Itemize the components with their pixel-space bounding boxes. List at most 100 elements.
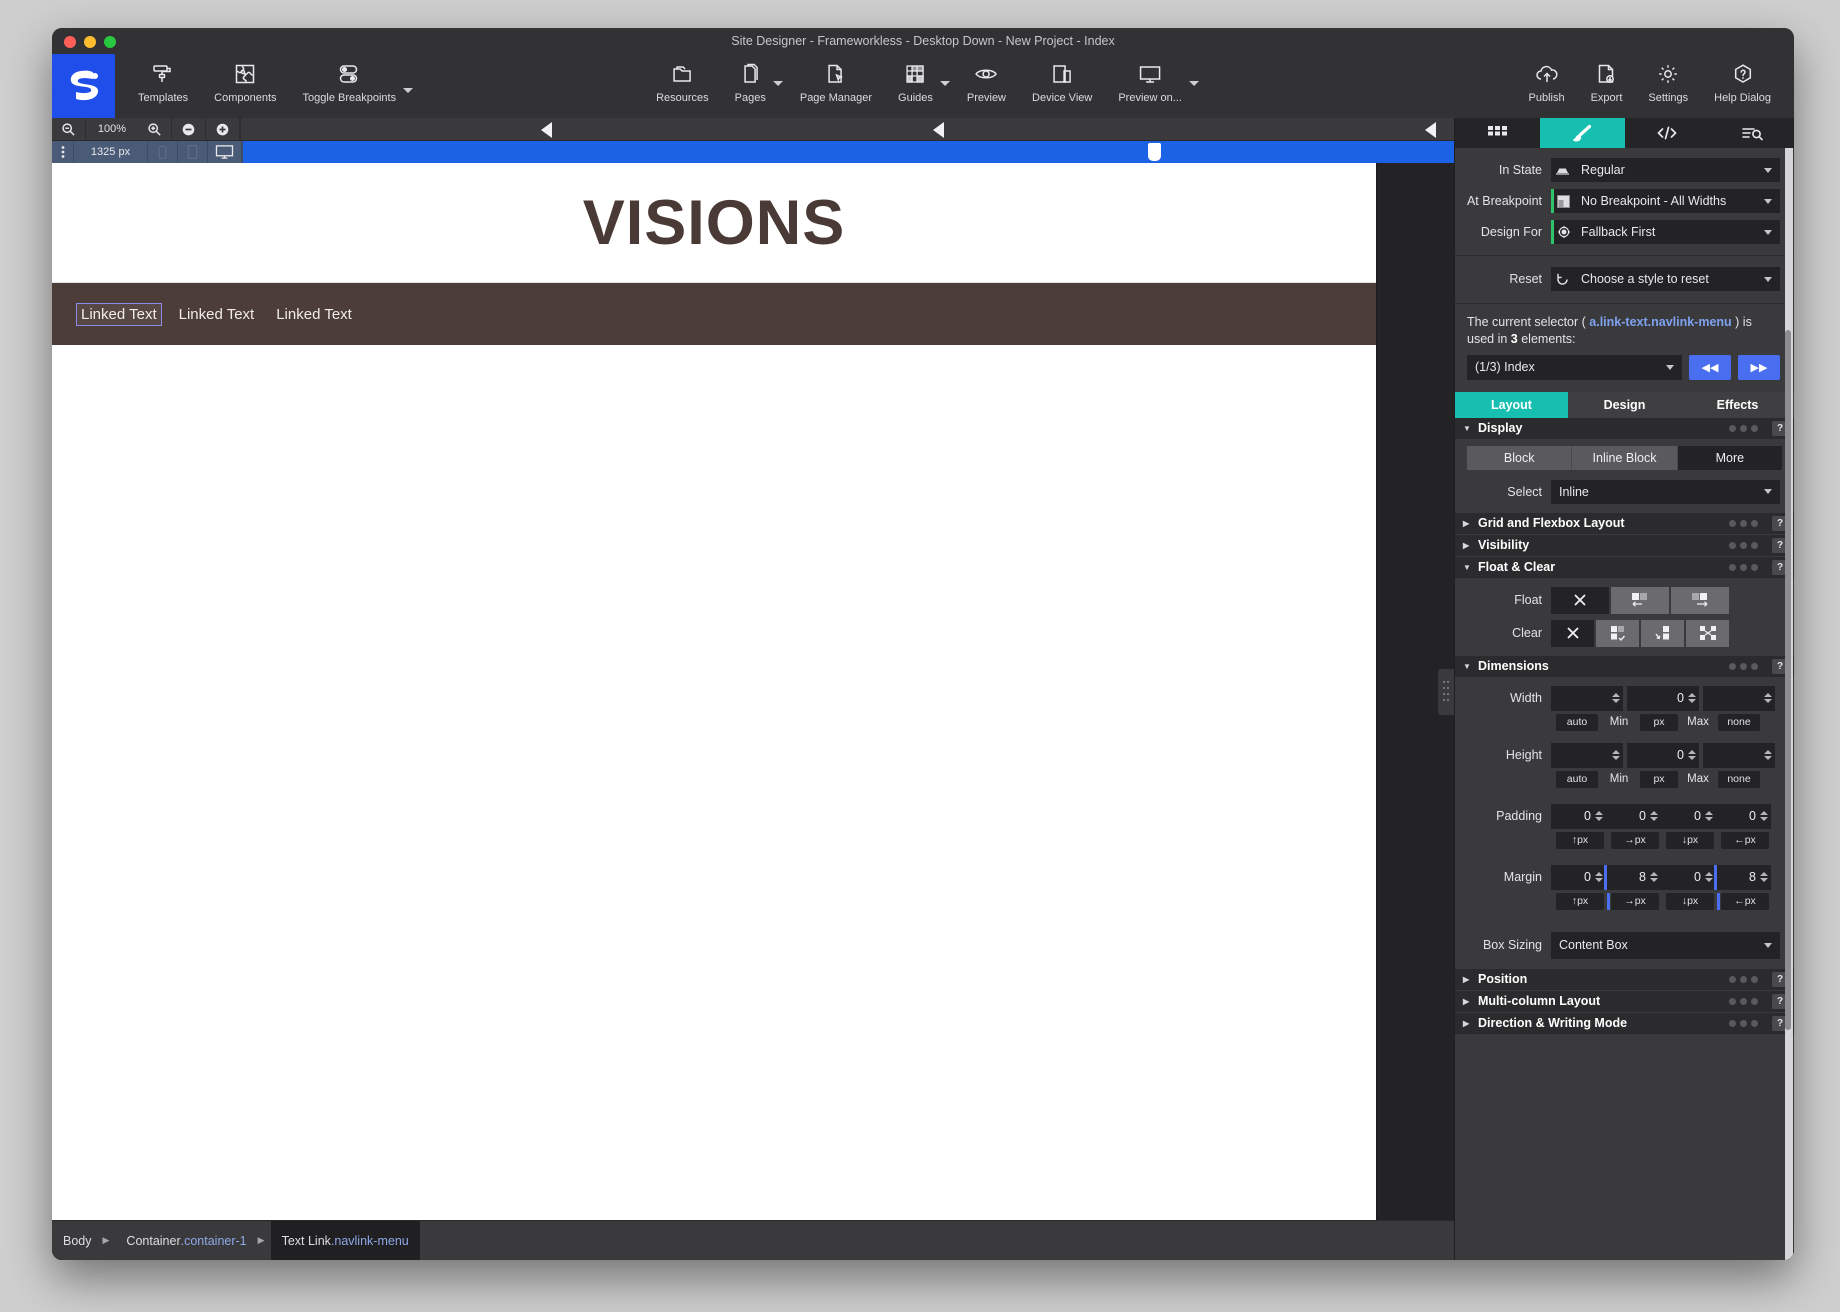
- design-for-target-icon[interactable]: [1551, 220, 1573, 244]
- guides-caret-icon[interactable]: [939, 80, 950, 86]
- toolbar-page-manager-button[interactable]: Page Manager: [787, 54, 885, 104]
- reset-style-dropdown[interactable]: Choose a style to reset: [1573, 267, 1780, 291]
- float-none-icon[interactable]: [1551, 586, 1609, 614]
- toolbar-publish-button[interactable]: Publish: [1516, 54, 1578, 104]
- tab-code[interactable]: [1625, 118, 1710, 148]
- height-stepper[interactable]: [1688, 750, 1696, 761]
- tab-search-list[interactable]: [1709, 118, 1794, 148]
- width-none-tag[interactable]: none: [1718, 713, 1760, 731]
- padding-right-input[interactable]: 0: [1606, 803, 1661, 829]
- margin-left-unit-tag[interactable]: ←px: [1721, 892, 1769, 910]
- height-input[interactable]: 0: [1627, 742, 1699, 768]
- zoom-level-label[interactable]: 100%: [86, 123, 138, 135]
- height-min-stepper[interactable]: [1612, 750, 1620, 761]
- toolbar-toggle-breakpoints-button[interactable]: Toggle Breakpoints: [290, 54, 410, 104]
- zoom-out-magnifier-icon[interactable]: [52, 117, 86, 141]
- toggle-breakpoints-caret-icon[interactable]: [403, 87, 414, 93]
- current-selector[interactable]: a.link-text.navlink-menu: [1589, 315, 1731, 329]
- box-sizing-dropdown[interactable]: Content Box: [1551, 931, 1780, 959]
- state-icon[interactable]: [1551, 158, 1573, 182]
- selector-instance-dropdown[interactable]: (1/3) Index: [1467, 354, 1682, 380]
- tab-effects[interactable]: Effects: [1681, 391, 1794, 418]
- float-left-icon[interactable]: [1611, 586, 1669, 614]
- display-select-dropdown[interactable]: Inline: [1551, 479, 1780, 504]
- breakpoint-marker-2[interactable]: [933, 121, 944, 138]
- width-max-input[interactable]: [1703, 685, 1775, 711]
- section-header-dimensions[interactable]: ▼ Dimensions ?: [1455, 655, 1794, 677]
- section-header-display[interactable]: ▼ Display ?: [1455, 417, 1794, 439]
- ruler-menu-icon[interactable]: [52, 141, 74, 163]
- zoom-ruler-track[interactable]: [240, 117, 1454, 141]
- selector-prev-button[interactable]: ◀◀: [1689, 354, 1731, 380]
- padding-left-input[interactable]: 0: [1716, 803, 1771, 829]
- margin-right-input[interactable]: 8: [1604, 864, 1661, 890]
- zoom-decrease-button[interactable]: [172, 117, 206, 141]
- height-none-tag[interactable]: none: [1718, 770, 1760, 788]
- hero-section[interactable]: VISIONS: [52, 163, 1376, 283]
- margin-top-unit-tag[interactable]: ↑px: [1556, 892, 1604, 910]
- height-auto-tag[interactable]: auto: [1556, 770, 1598, 788]
- width-max-stepper[interactable]: [1764, 693, 1772, 704]
- breakpoint-drag-handle[interactable]: [1148, 143, 1161, 161]
- padding-left-stepper[interactable]: [1760, 811, 1768, 822]
- toolbar-components-button[interactable]: Components: [201, 54, 289, 104]
- design-for-dropdown[interactable]: Fallback First: [1573, 220, 1780, 244]
- toolbar-pages-button[interactable]: Pages: [722, 54, 779, 104]
- section-header-float-clear[interactable]: ▼ Float & Clear ?: [1455, 556, 1794, 578]
- display-inline-block-button[interactable]: Inline Block: [1572, 445, 1678, 470]
- section-header-visibility[interactable]: ▶ Visibility ?: [1455, 534, 1794, 556]
- breakpoint-swatch-icon[interactable]: [1551, 189, 1573, 213]
- display-more-button[interactable]: More: [1677, 445, 1782, 470]
- float-right-icon[interactable]: [1671, 586, 1729, 614]
- height-px-tag[interactable]: px: [1640, 770, 1678, 788]
- toolbar-preview-button[interactable]: Preview: [954, 54, 1019, 104]
- width-input[interactable]: 0: [1627, 685, 1699, 711]
- toolbar-help-dialog-button[interactable]: Help Dialog: [1701, 54, 1784, 104]
- height-max-stepper[interactable]: [1764, 750, 1772, 761]
- toolbar-templates-button[interactable]: Templates: [125, 54, 201, 104]
- clear-none-icon[interactable]: [1551, 619, 1594, 647]
- reset-refresh-icon[interactable]: [1551, 267, 1573, 291]
- padding-top-input[interactable]: 0: [1551, 803, 1606, 829]
- width-px-tag[interactable]: px: [1640, 713, 1678, 731]
- padding-top-stepper[interactable]: [1595, 811, 1603, 822]
- margin-bottom-stepper[interactable]: [1705, 872, 1713, 883]
- margin-top-stepper[interactable]: [1595, 872, 1603, 883]
- tablet-breakpoint-icon[interactable]: [178, 141, 208, 163]
- nav-container[interactable]: Linked Text Linked Text Linked Text: [52, 283, 1376, 345]
- breakpoint-marker-1[interactable]: [541, 121, 552, 138]
- toolbar-guides-button[interactable]: Guides: [885, 54, 946, 104]
- margin-top-input[interactable]: 0: [1551, 864, 1606, 890]
- padding-bottom-input[interactable]: 0: [1661, 803, 1716, 829]
- breakpoint-marker-3[interactable]: [1425, 121, 1436, 138]
- margin-left-stepper[interactable]: [1760, 872, 1768, 883]
- tab-styles-paintbrush[interactable]: [1539, 118, 1625, 148]
- width-min-input[interactable]: [1551, 685, 1623, 711]
- canvas-stage[interactable]: Body ▼ VISIONS Linked Text Linked Text L…: [52, 163, 1454, 1220]
- padding-right-stepper[interactable]: [1650, 811, 1658, 822]
- pages-caret-icon[interactable]: [772, 80, 783, 86]
- canvas-resize-grip[interactable]: [1438, 668, 1454, 715]
- phone-breakpoint-icon[interactable]: [148, 141, 178, 163]
- margin-right-unit-tag[interactable]: →px: [1611, 892, 1659, 910]
- breadcrumb-item-body[interactable]: Body: [52, 1221, 103, 1260]
- navlink-1[interactable]: Linked Text: [76, 302, 162, 326]
- margin-bottom-input[interactable]: 0: [1661, 864, 1716, 890]
- canvas-width-label[interactable]: 1325 px: [74, 141, 148, 163]
- navlink-3[interactable]: Linked Text: [272, 304, 356, 325]
- preview-on-caret-icon[interactable]: [1188, 80, 1199, 86]
- tab-grid[interactable]: [1455, 118, 1540, 148]
- section-header-position[interactable]: ▶ Position ?: [1455, 968, 1794, 990]
- display-block-button[interactable]: Block: [1467, 445, 1573, 470]
- margin-left-input[interactable]: 8: [1714, 864, 1771, 890]
- padding-left-unit-tag[interactable]: ←px: [1721, 831, 1769, 849]
- zoom-increase-button[interactable]: [206, 117, 240, 141]
- toolbar-preview-on-button[interactable]: Preview on...: [1105, 54, 1195, 104]
- navlink-2[interactable]: Linked Text: [175, 304, 259, 325]
- section-header-multicolumn[interactable]: ▶ Multi-column Layout ?: [1455, 990, 1794, 1012]
- toolbar-device-view-button[interactable]: Device View: [1019, 54, 1105, 104]
- at-breakpoint-dropdown[interactable]: No Breakpoint - All Widths: [1573, 189, 1780, 213]
- toolbar-resources-button[interactable]: Resources: [643, 54, 722, 104]
- margin-bottom-unit-tag[interactable]: ↓px: [1666, 892, 1714, 910]
- clear-right-icon[interactable]: [1641, 619, 1684, 647]
